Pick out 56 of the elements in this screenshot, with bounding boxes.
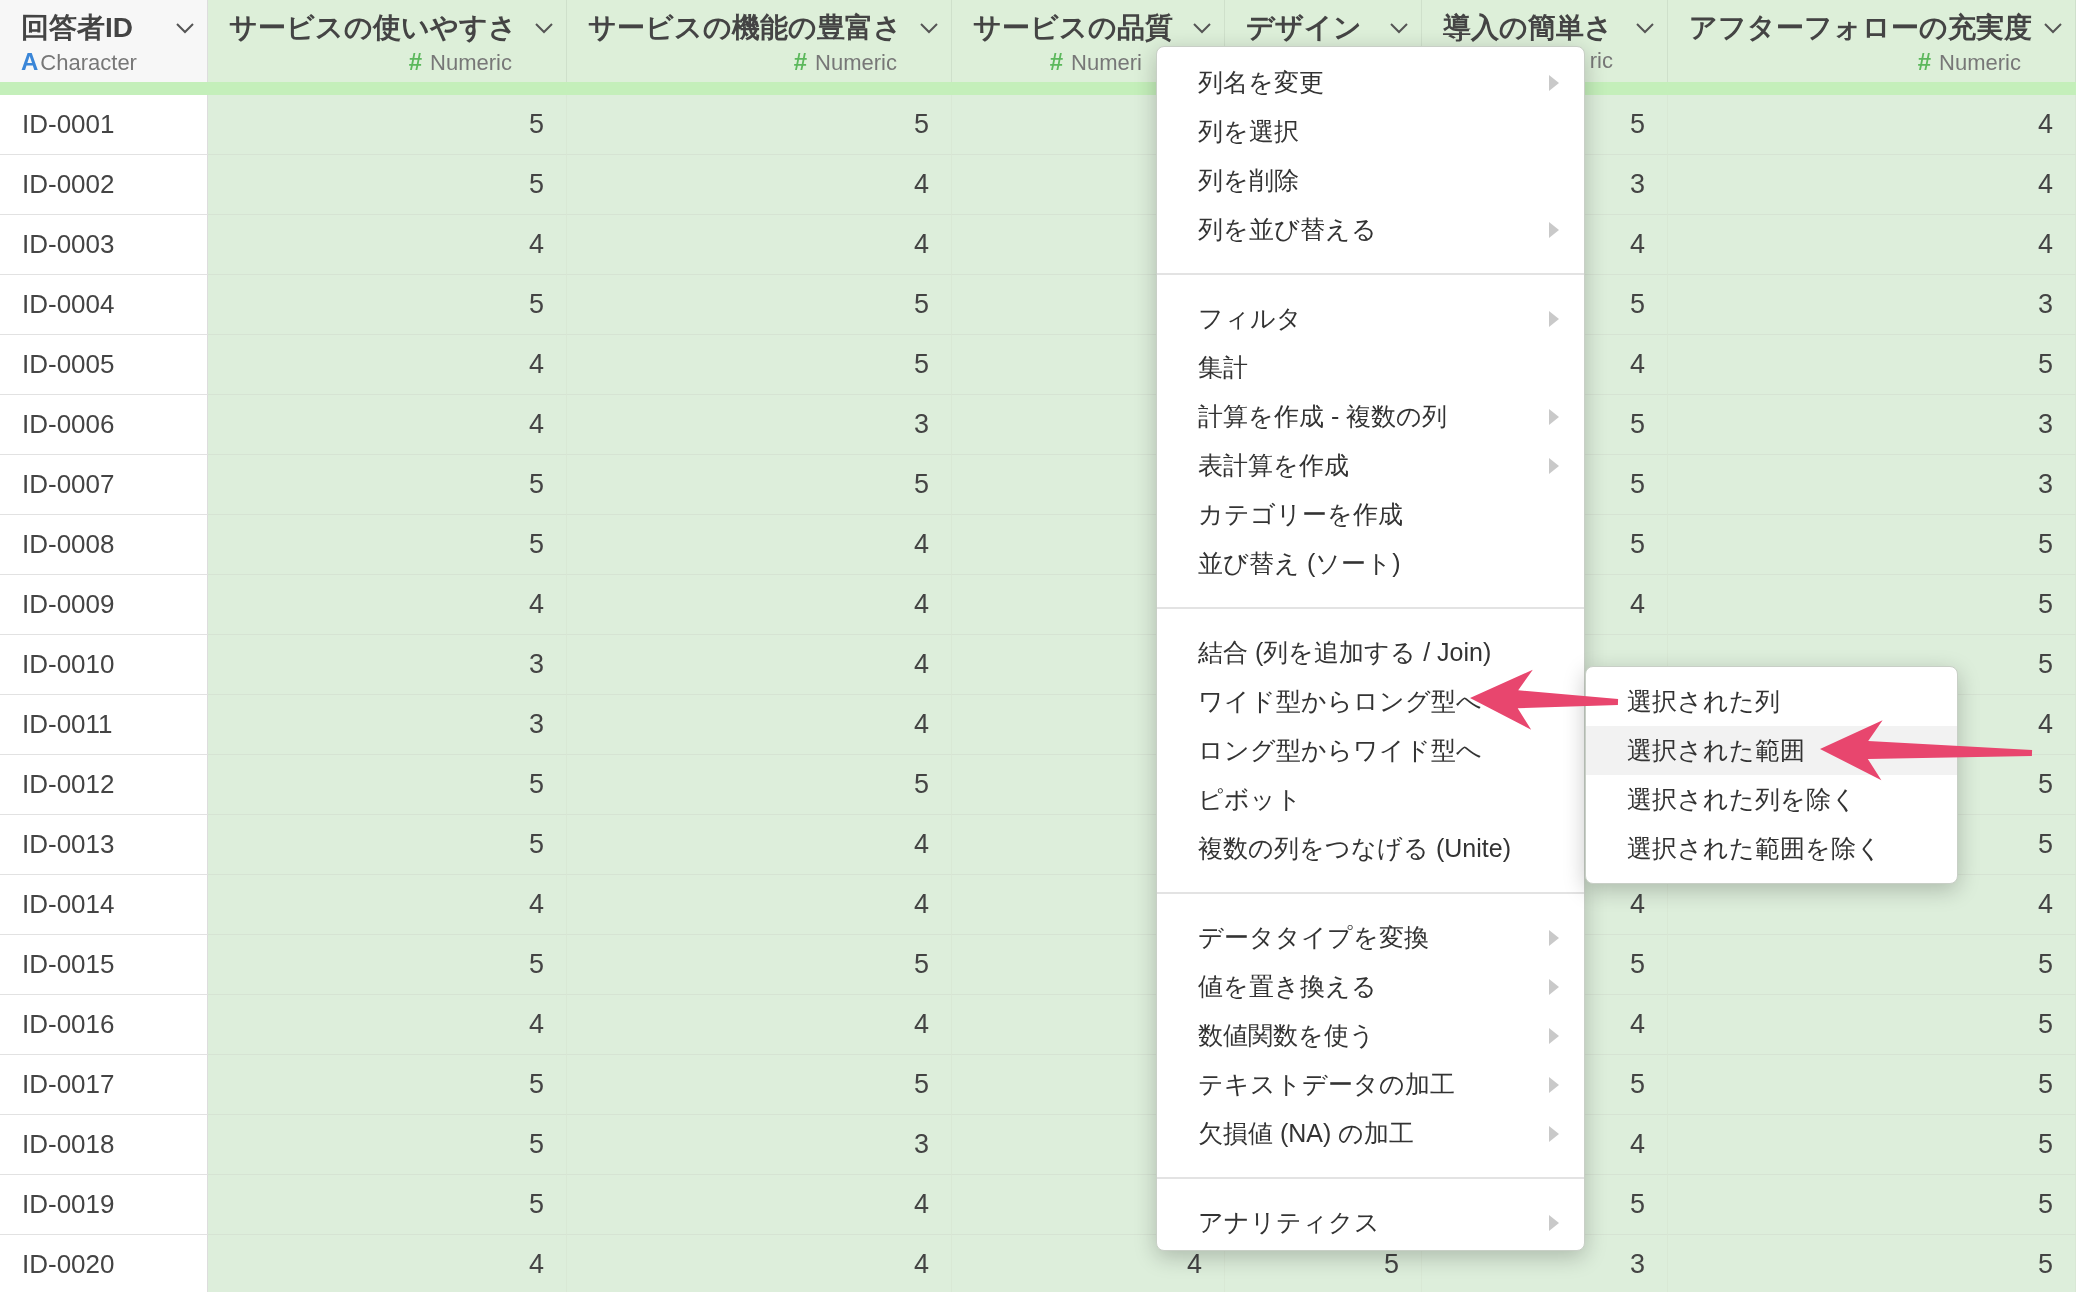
table-cell: ID-0007 <box>0 455 208 515</box>
column-type: Numeric <box>815 50 897 76</box>
table-cell: ID-0017 <box>0 1055 208 1115</box>
table-cell: ID-0018 <box>0 1115 208 1175</box>
column-title: 導入の簡単さ <box>1443 11 1613 45</box>
column-title: サービスの使いやすさ <box>229 11 517 45</box>
chevron-down-icon[interactable] <box>1635 22 1655 34</box>
column-title: デザイン <box>1246 11 1362 45</box>
chevron-down-icon[interactable] <box>1192 22 1212 34</box>
column-header[interactable]: アフターフォローの充実度 # Numeric <box>1668 0 2076 82</box>
type-icon: # <box>1049 48 1064 76</box>
table-cell: 4 <box>208 1235 567 1292</box>
type-icon: A <box>21 48 39 76</box>
column-type: Numeric <box>430 50 512 76</box>
table-cell: ID-0004 <box>0 275 208 335</box>
table-cell: ID-0002 <box>0 155 208 215</box>
chevron-down-icon[interactable] <box>534 22 554 34</box>
table-cell: ID-0016 <box>0 995 208 1055</box>
column-title: 回答者ID <box>21 11 133 45</box>
table-cell: ID-0019 <box>0 1175 208 1235</box>
chevron-down-icon[interactable] <box>1389 22 1409 34</box>
table-cell: ID-0006 <box>0 395 208 455</box>
chevron-down-icon[interactable] <box>2043 22 2063 34</box>
table-cell: ID-0015 <box>0 935 208 995</box>
table-cell: ID-0012 <box>0 755 208 815</box>
menu-item[interactable]: ロング型からワイド型へ <box>1157 726 1584 775</box>
table-cell: ID-0013 <box>0 815 208 875</box>
column-type: ric <box>1589 48 1613 74</box>
table-cell: ID-0005 <box>0 335 208 395</box>
column-title: サービスの品質 <box>973 11 1173 45</box>
menu-item[interactable]: ワイド型からロング型へ <box>1157 677 1584 726</box>
column-header[interactable]: サービスの使いやすさ # Numeric <box>208 0 567 82</box>
column-header[interactable]: 回答者ID ACharacter <box>0 0 208 82</box>
menu-item[interactable]: ピボット <box>1157 775 1584 824</box>
column-type: Numeric <box>1939 50 2021 76</box>
type-icon: # <box>1917 48 1932 76</box>
table-cell: ID-0009 <box>0 575 208 635</box>
table-cell: ID-0008 <box>0 515 208 575</box>
column-type: Character <box>40 50 137 76</box>
table-cell: ID-0001 <box>0 95 208 155</box>
chevron-down-icon[interactable] <box>175 22 195 34</box>
column-title: サービスの機能の豊富さ <box>588 11 902 45</box>
column-type: Numeri <box>1071 50 1142 76</box>
table-cell: 5 <box>1668 1235 2076 1292</box>
table-cell: ID-0020 <box>0 1235 208 1292</box>
table-cell: ID-0011 <box>0 695 208 755</box>
table-cell: ID-0003 <box>0 215 208 275</box>
type-icon: # <box>408 48 423 76</box>
table-cell: ID-0010 <box>0 635 208 695</box>
type-icon: # <box>793 48 808 76</box>
table-cell: 4 <box>567 1235 952 1292</box>
menu-item[interactable]: 複数の列をつなげる (Unite) <box>1157 824 1584 873</box>
column-header[interactable]: サービスの機能の豊富さ # Numeric <box>567 0 952 82</box>
table-cell: ID-0014 <box>0 875 208 935</box>
chevron-down-icon[interactable] <box>919 22 939 34</box>
column-title: アフターフォローの充実度 <box>1689 11 2032 45</box>
